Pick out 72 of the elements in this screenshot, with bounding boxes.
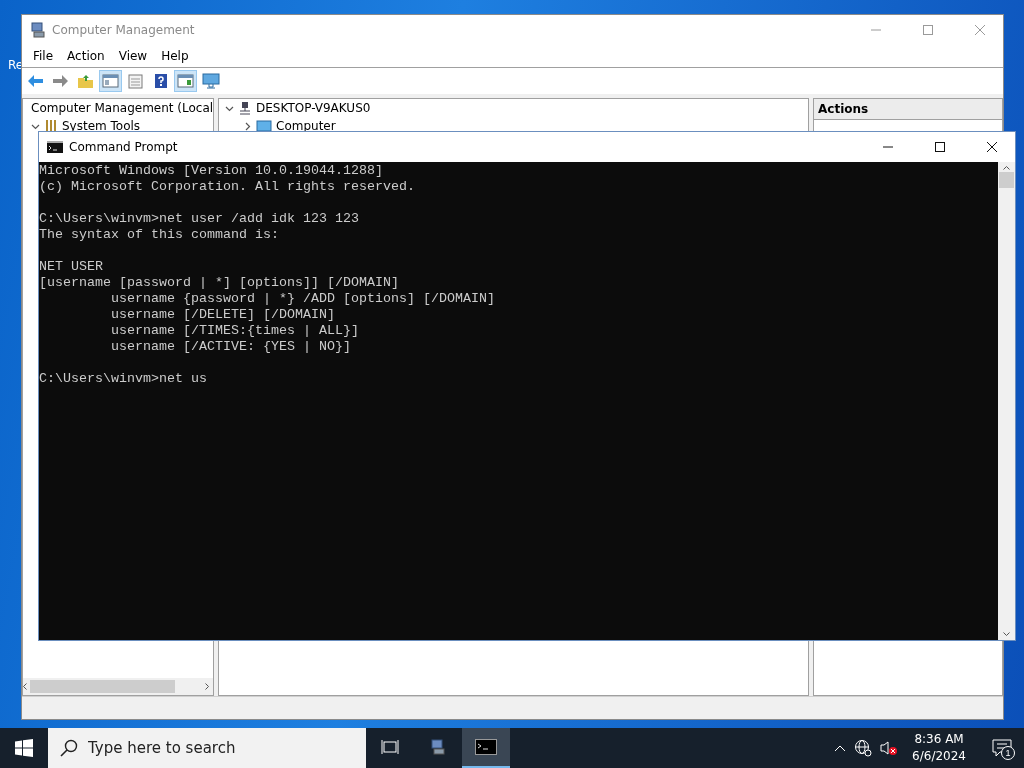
console-line: username {password | *} /ADD [options] [/DOMAIN] [109,291,496,307]
close-icon [975,25,985,35]
menu-item[interactable]: Help [154,49,196,63]
console-line: username [/ACTIVE: {YES | NO}] [109,339,352,355]
tree-item[interactable]: DESKTOP-V9AKUS0 [256,101,371,115]
notifications-button[interactable]: 1 [980,728,1024,768]
window-title: Command Prompt [69,140,179,154]
scroll-left-icon[interactable] [23,683,27,690]
minimize-icon [871,29,881,31]
tree-item[interactable]: Computer Management (Local [31,101,214,115]
tools-icon [44,119,58,133]
taskbar-app-button[interactable] [462,728,510,768]
scroll-right-icon[interactable] [205,683,209,690]
document-icon [128,73,143,89]
notification-count: 1 [1001,746,1015,760]
tree-item[interactable]: System Tools [62,119,141,133]
toolbar-button[interactable] [199,70,222,92]
monitor-icon [201,73,220,89]
scroll-thumb[interactable] [999,172,1014,188]
computer-management-icon [430,739,446,755]
action-pane-icon [177,74,194,88]
toolbar-button[interactable] [99,70,122,92]
console-line: username [/DELETE] [/DOMAIN] [109,307,336,323]
scroll-up-icon[interactable] [1003,166,1010,170]
search-icon [60,739,78,757]
console-icon [475,739,497,755]
vertical-scrollbar[interactable] [998,162,1015,640]
console-line: (c) Microsoft Corporation. All rights reserved. [39,179,416,195]
windows-logo-icon [15,739,33,757]
horizontal-scrollbar[interactable] [23,678,213,695]
task-view-icon [381,739,399,755]
console-line: Microsoft Windows [Version 10.0.19044.1288] [39,163,384,179]
menu-item[interactable]: File [26,49,61,63]
tree-item[interactable]: Computer [276,119,336,133]
actions-heading: Actions [814,99,1002,120]
network-button[interactable] [854,739,873,757]
console-line: C:\Users\winvm>net us [39,371,208,387]
menu-item[interactable]: Action [60,49,112,63]
back-arrow-icon [27,74,44,88]
tree-pane-icon [102,74,119,88]
network-computer-icon [238,101,252,115]
scroll-down-icon[interactable] [1003,632,1010,636]
message-icon [992,739,1012,757]
computer-icon [256,120,272,132]
globe-icon [854,739,873,757]
close-icon [987,142,997,152]
date-text: 6/6/2024 [912,748,966,765]
maximize-icon [923,25,933,35]
caret-up-icon [834,744,847,752]
speaker-muted-icon [880,740,899,756]
scroll-thumb[interactable] [30,680,175,693]
console-line: The syntax of this command is: [39,227,280,243]
computer-management-icon [30,22,46,38]
forward-arrow-icon [52,74,69,88]
maximize-icon [935,142,945,152]
console-line: NET USER [39,259,104,275]
console-line: username [/TIMES:{times | ALL}] [109,323,360,339]
help-icon [153,73,168,89]
clock[interactable]: 8:36 AM 6/6/2024 [906,731,972,765]
minimize-icon [883,146,893,148]
folder-icon [77,73,94,89]
time-text: 8:36 AM [914,731,964,748]
console-line: [username [password | *] [options]] [/DOMAIN] [39,275,400,291]
show-hidden-icons-button[interactable] [834,744,847,752]
chevron-right-icon[interactable] [243,121,252,131]
console-icon [47,141,63,153]
window-title: Computer Management [52,23,196,37]
volume-button[interactable] [880,740,899,756]
toolbar-button[interactable] [174,70,197,92]
menu-item[interactable]: View [111,49,155,63]
search-field[interactable]: Type here to search [48,728,366,768]
console-line: C:\Users\winvm>net user /add idk 123 123 [39,211,360,227]
